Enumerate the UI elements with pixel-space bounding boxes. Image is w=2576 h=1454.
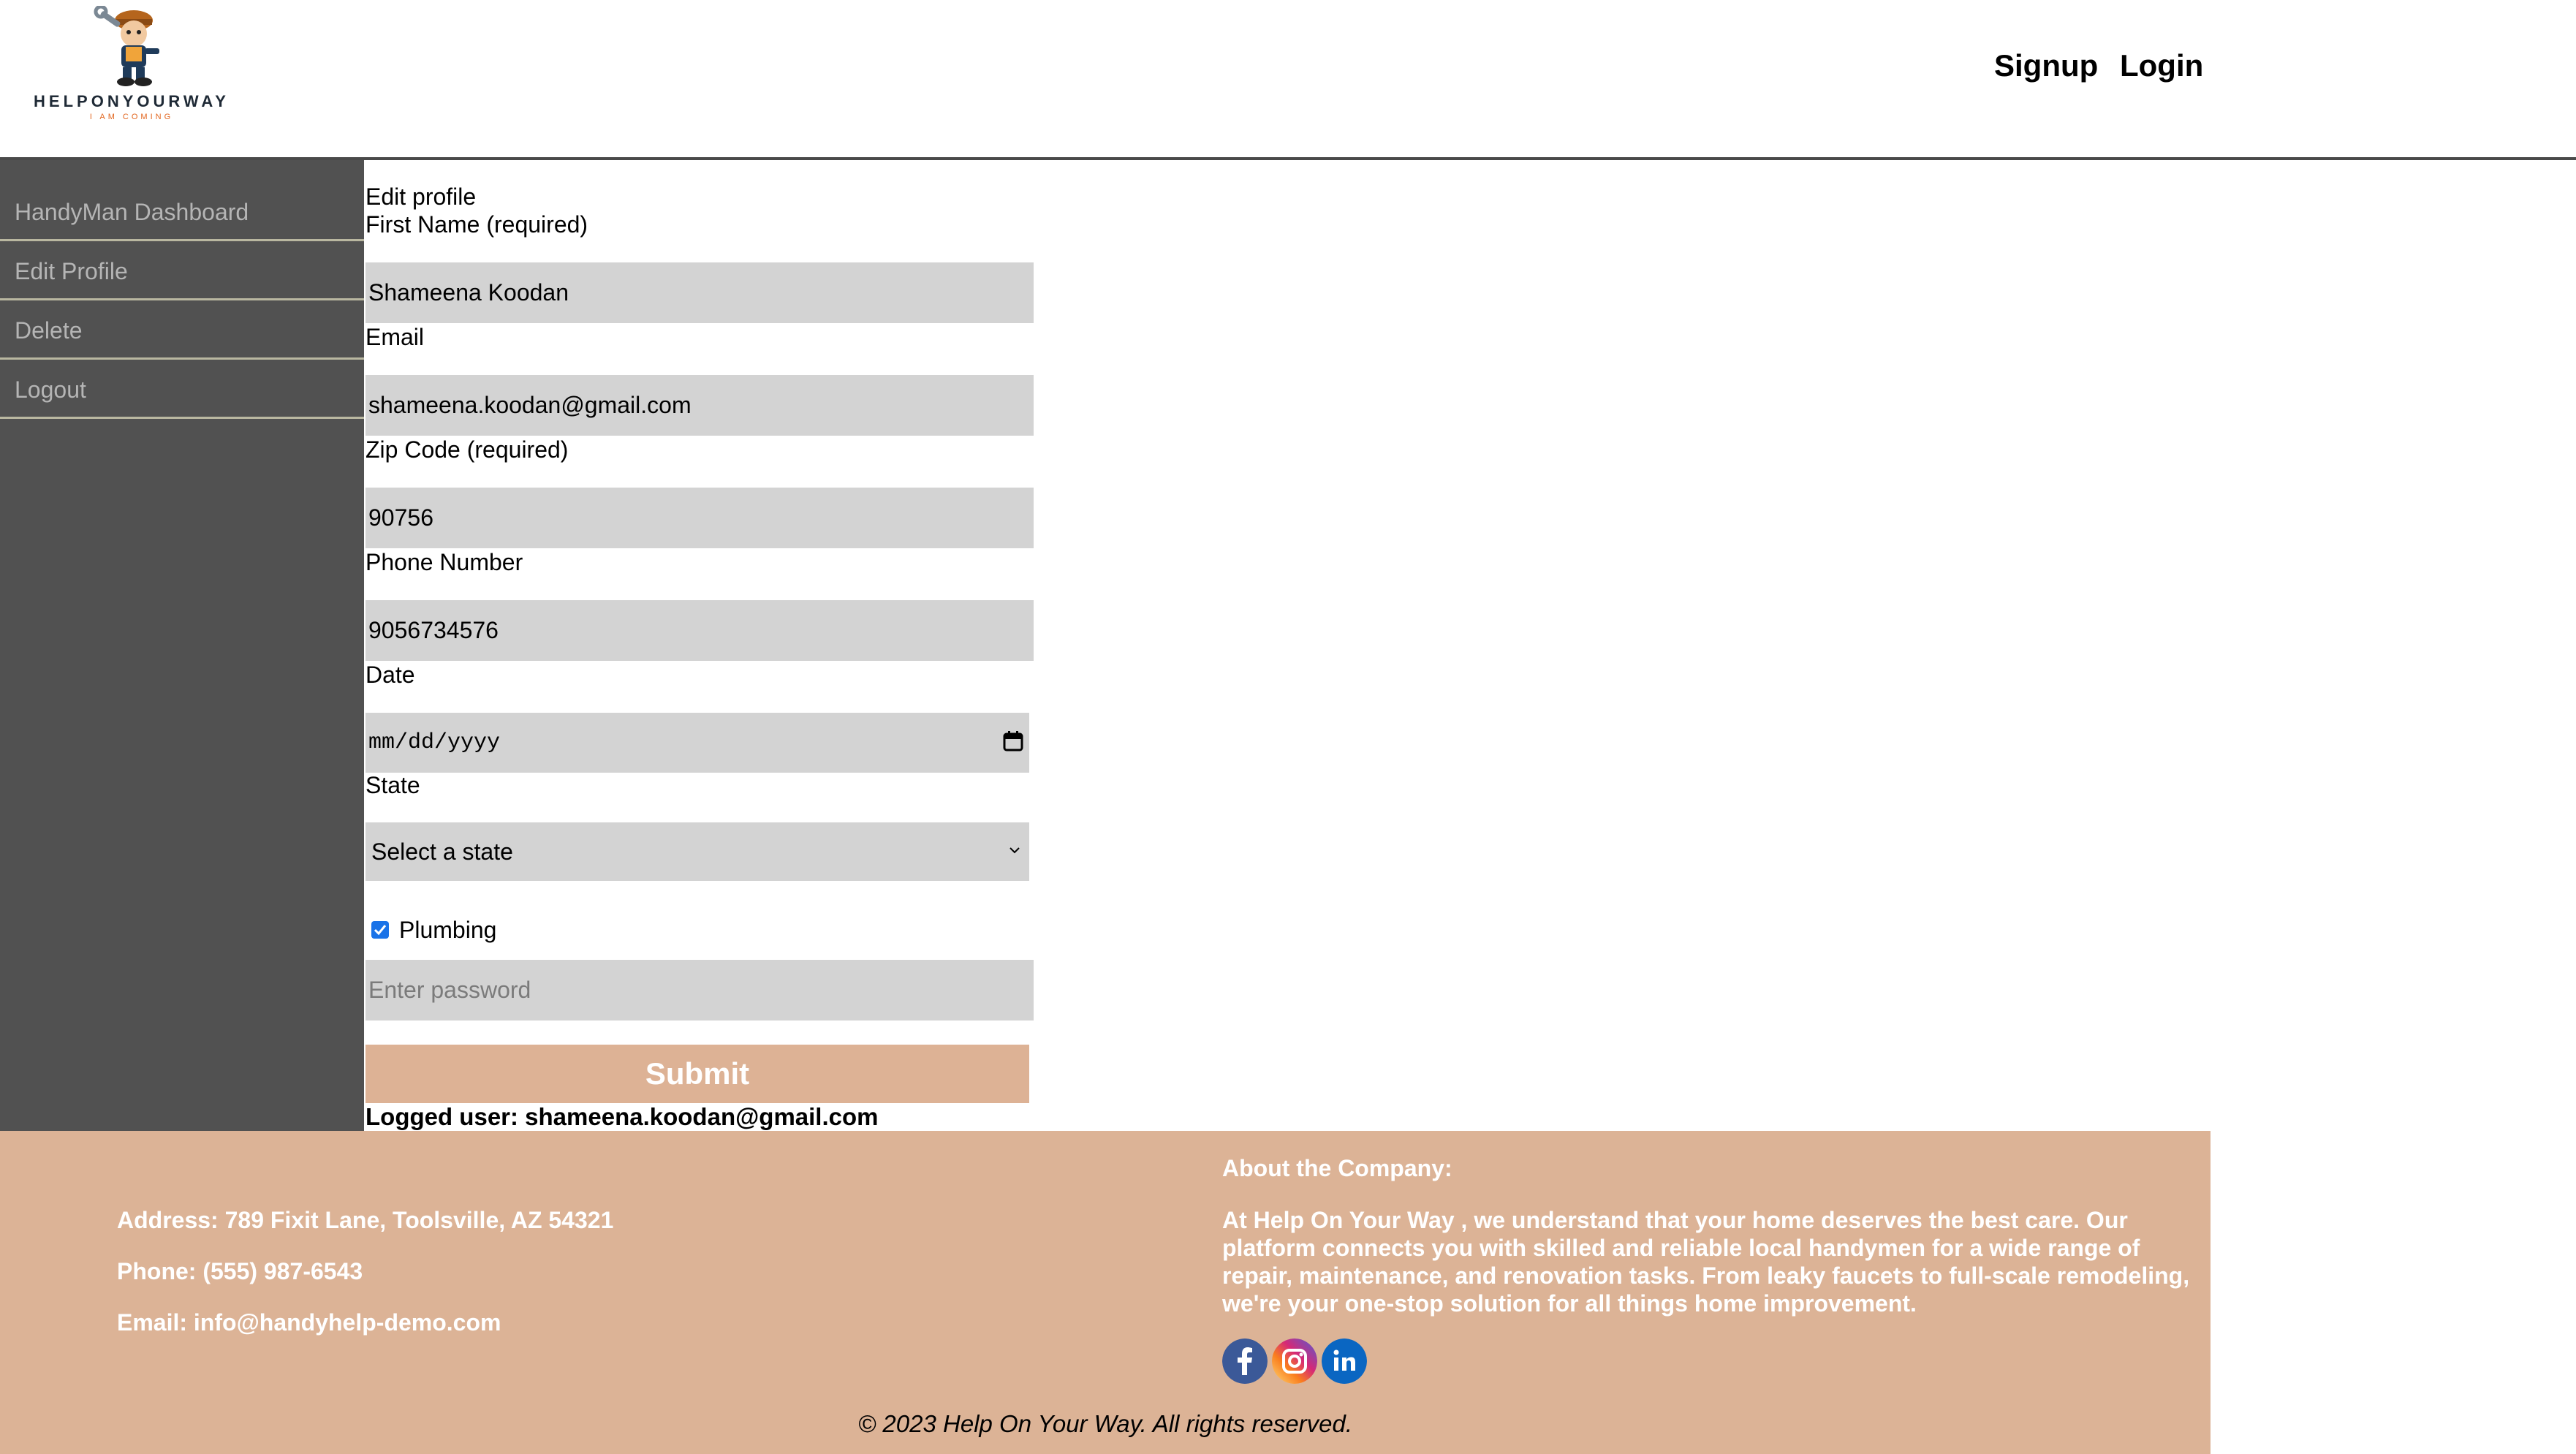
submit-button[interactable]: Submit [365, 1045, 1029, 1103]
chevron-down-icon [1009, 847, 1020, 854]
form-title: Edit profile [365, 183, 477, 210]
plumbing-option[interactable]: Plumbing [365, 912, 496, 948]
password-input[interactable]: Enter password [365, 960, 1034, 1021]
calendar-icon[interactable] [1003, 730, 1023, 752]
first-name-label: First Name (required) [365, 211, 588, 238]
zip-input[interactable]: 90756 [365, 488, 1034, 548]
plumbing-checkbox[interactable] [371, 921, 389, 939]
footer-email: Email: info@handyhelp-demo.com [117, 1309, 501, 1336]
date-input[interactable]: mm/dd/yyyy [365, 713, 1029, 773]
plumbing-label: Plumbing [399, 916, 497, 943]
zip-label: Zip Code (required) [365, 436, 569, 463]
brand-tagline: I AM COMING [89, 113, 174, 121]
footer-phone: Phone: (555) 987-6543 [117, 1258, 363, 1284]
about-body: At Help On Your Way , we understand that… [1222, 1207, 2190, 1317]
sidebar: HandyMan Dashboard Edit Profile Delete L… [0, 160, 364, 1131]
header: HELPONYOURWAY I AM COMING Signup Login [0, 0, 2576, 160]
sidebar-item-dashboard[interactable]: HandyMan Dashboard [0, 183, 364, 241]
brand-name: HELPONYOURWAY [34, 92, 230, 110]
phone-label: Phone Number [365, 549, 523, 575]
brand-logo[interactable]: HELPONYOURWAY I AM COMING [29, 6, 234, 123]
email-label: Email [365, 324, 425, 350]
logged-user-text: Logged user: shameena.koodan@gmail.com [365, 1103, 879, 1130]
signup-link[interactable]: Signup [1994, 48, 2098, 83]
state-selected-value: Select a state [371, 838, 513, 865]
sidebar-item-logout[interactable]: Logout [0, 360, 364, 419]
phone-input[interactable]: 9056734576 [365, 600, 1034, 661]
copyright-text: © 2023 Help On Your Way. All rights rese… [857, 1410, 1353, 1437]
footer-address: Address: 789 Fixit Lane, Toolsville, AZ … [117, 1207, 614, 1233]
instagram-icon[interactable] [1272, 1338, 1317, 1384]
sidebar-item-delete[interactable]: Delete [0, 301, 364, 360]
date-label: Date [365, 662, 415, 688]
date-placeholder: mm/dd/yyyy [368, 730, 501, 755]
first-name-input[interactable]: Shameena Koodan [365, 262, 1034, 323]
about-title: About the Company: [1222, 1155, 1452, 1181]
state-select[interactable]: Select a state [365, 822, 1029, 881]
sidebar-item-edit-profile[interactable]: Edit Profile [0, 242, 364, 300]
handyman-mascot-icon [94, 6, 159, 86]
state-label: State [365, 772, 420, 798]
login-link[interactable]: Login [2120, 48, 2203, 83]
checkmark-icon [374, 925, 387, 936]
email-input[interactable]: shameena.koodan@gmail.com [365, 375, 1034, 436]
facebook-icon[interactable] [1222, 1338, 1268, 1384]
linkedin-icon[interactable] [1322, 1338, 1367, 1384]
footer: Address: 789 Fixit Lane, Toolsville, AZ … [0, 1131, 2211, 1454]
